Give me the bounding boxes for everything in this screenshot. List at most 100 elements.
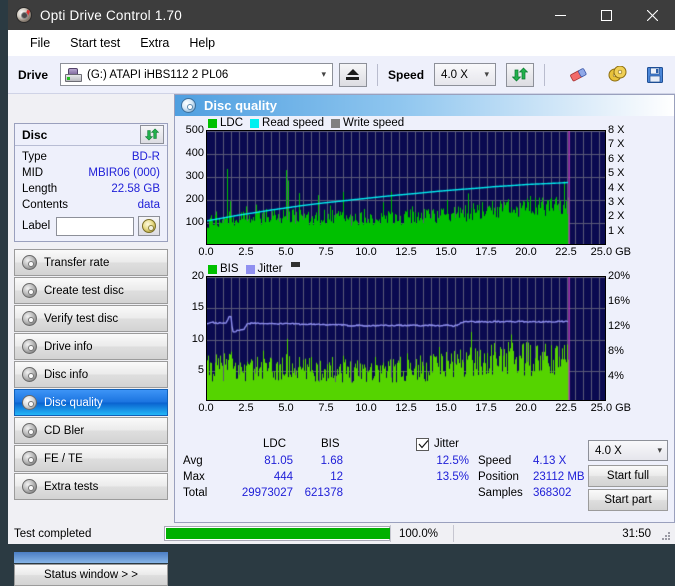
sidebar-item-drive-info[interactable]: Drive info (14, 333, 168, 360)
drive-select-value: (G:) ATAPI iHBS112 2 PL06 (87, 69, 228, 81)
stats-speed-value: 4.13 X (533, 455, 566, 467)
sidebar-item-label: Drive info (44, 341, 93, 353)
axis-tick-label: 17.5 (475, 402, 496, 414)
legend-label: Write speed (343, 117, 404, 129)
sidebar-item-disc-info[interactable]: Disc info (14, 361, 168, 388)
sidebar-item-disc-quality[interactable]: Disc quality (14, 389, 168, 416)
legend-swatch (250, 119, 259, 128)
disc-row-value: 22.58 GB (111, 181, 160, 197)
disc-icon (22, 451, 37, 466)
stats-avg-ldc: 81.05 (225, 455, 293, 467)
legend-swatch (331, 119, 340, 128)
drive-select[interactable]: (G:) ATAPI iHBS112 2 PL06 ▾ (60, 63, 333, 86)
start-part-button[interactable]: Start part (588, 489, 668, 511)
ldc-right-axis-labels: 1 X2 X3 X4 X5 X6 X7 X8 X (606, 130, 639, 245)
axis-tick-label: 100 (186, 216, 204, 228)
sidebar-item-create-test-disc[interactable]: Create test disc (14, 277, 168, 304)
disc-icon (22, 255, 37, 270)
axis-tick-label: 0.0 (198, 246, 213, 258)
close-icon[interactable] (629, 0, 675, 30)
axis-tick-label: 25.0 GB (591, 402, 631, 414)
stats-max-bis: 12 (293, 471, 343, 483)
disc-label-browse-button[interactable] (138, 216, 160, 236)
sidebar-item-label: Create test disc (44, 285, 124, 297)
eject-button[interactable] (339, 63, 367, 87)
minimize-icon[interactable] (537, 0, 583, 30)
sidebar-item-label: CD Bler (44, 425, 84, 437)
test-speed-value: 4.0 X (595, 445, 622, 457)
disc-quality-panel: Disc quality LDC Read speed Write speed (174, 94, 675, 523)
bis-y-axis-labels: 5101520 (175, 276, 206, 401)
axis-tick-label: 15 (192, 301, 204, 313)
menu-help[interactable]: Help (179, 34, 225, 52)
sidebar-item-fe-te[interactable]: FE / TE (14, 445, 168, 472)
progress-percent: 100.0% (399, 528, 453, 540)
axis-tick-label: 300 (186, 170, 204, 182)
bis-plot-area[interactable] (206, 276, 606, 401)
disc-info-panel: Disc Type BD-R MID MBIR (14, 123, 168, 242)
menu-bar: File Start test Extra Help (8, 30, 675, 56)
stats-row-total-name: Total (183, 487, 207, 499)
disc-label-input[interactable] (56, 217, 134, 236)
disc-row-value: BD-R (132, 149, 160, 165)
disc-label-row: Label (22, 216, 160, 236)
stats-row-max-name: Max (183, 471, 205, 483)
stats-samples-key: Samples (478, 487, 523, 499)
axis-tick-label: 5.0 (278, 402, 293, 414)
start-full-button[interactable]: Start full (588, 465, 668, 487)
ldc-plot-area[interactable] (206, 130, 606, 245)
legend-item-write-speed: Write speed (331, 117, 404, 129)
sidebar-item-label: FE / TE (44, 453, 83, 465)
axis-tick-label: 15.0 (435, 402, 456, 414)
toolbar: Drive (G:) ATAPI iHBS112 2 PL06 ▾ Speed … (8, 56, 675, 94)
settings-button[interactable] (603, 63, 631, 87)
cd-disc-icon (142, 219, 156, 233)
refresh-icon (512, 67, 528, 82)
axis-tick-label: 15.0 (435, 246, 456, 258)
ldc-chart-legend: LDC Read speed Write speed (175, 116, 674, 130)
menu-extra[interactable]: Extra (130, 34, 179, 52)
disc-rows: Type BD-R MID MBIR06 (000) Length 22.58 … (15, 146, 167, 236)
bis-x-axis-labels: 0.02.55.07.510.012.515.017.520.022.525.0… (206, 401, 606, 416)
test-speed-select[interactable]: 4.0 X ▾ (588, 440, 668, 461)
resize-grip[interactable] (661, 531, 671, 541)
disc-refresh-button[interactable] (140, 125, 164, 144)
window-title: Opti Drive Control 1.70 (40, 8, 182, 23)
eraser-icon (569, 67, 589, 83)
status-window-button[interactable]: Status window > > (14, 564, 168, 586)
chevron-down-icon: ▾ (322, 69, 327, 80)
legend-swatch (246, 265, 255, 274)
save-button[interactable] (641, 63, 669, 87)
axis-tick-label: 3 X (608, 196, 625, 208)
refresh-button[interactable] (506, 63, 534, 87)
progress-bar-fill (166, 528, 390, 539)
maximize-icon[interactable] (583, 0, 629, 30)
jitter-label: Jitter (434, 438, 459, 450)
jitter-checkbox[interactable] (416, 438, 429, 451)
stats-row-avg-name: Avg (183, 455, 203, 467)
speed-select[interactable]: 4.0 X ▾ (434, 63, 496, 86)
axis-tick-label: 12% (608, 320, 630, 332)
menu-file[interactable]: File (20, 34, 60, 52)
axis-tick-label: 2 X (608, 210, 625, 222)
nav-list: Transfer rate Create test disc Verify te… (14, 249, 168, 501)
sidebar-item-extra-tests[interactable]: Extra tests (14, 473, 168, 500)
disc-icon (22, 479, 37, 494)
legend-swatch (208, 265, 217, 274)
stats-speed-key: Speed (478, 455, 511, 467)
client-area: File Start test Extra Help Drive (G:) AT… (8, 30, 675, 531)
page-title: Disc quality (204, 98, 277, 113)
ldc-chart: LDC Read speed Write speed 1002003004005… (175, 116, 674, 260)
sidebar-item-transfer-rate[interactable]: Transfer rate (14, 249, 168, 276)
status-divider-2 (453, 525, 454, 542)
sidebar-item-cd-bler[interactable]: CD Bler (14, 417, 168, 444)
toolbar-divider-1 (377, 64, 378, 86)
axis-tick-label: 400 (186, 147, 204, 159)
legend-label: Jitter (258, 263, 283, 275)
status-message: Test completed (14, 528, 156, 540)
menu-start-test[interactable]: Start test (60, 34, 130, 52)
sidebar-item-verify-test-disc[interactable]: Verify test disc (14, 305, 168, 332)
disc-icon (22, 311, 37, 326)
erase-button[interactable] (565, 63, 593, 87)
stats-position-key: Position (478, 471, 519, 483)
